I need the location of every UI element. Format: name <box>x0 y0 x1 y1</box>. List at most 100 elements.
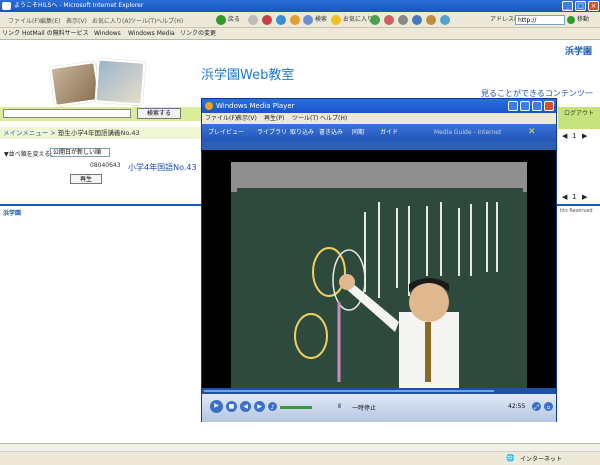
player-menubar: ファイル(F) 表示(V) 再生(P) ツール(T) ヘルプ(H) <box>202 113 556 124</box>
playback-time: 42:55 <box>508 403 526 410</box>
edit-icon <box>412 14 422 25</box>
link-hotmail[interactable]: HotMail の無料サービス <box>22 28 89 39</box>
next-icon[interactable]: ▶ <box>254 401 265 412</box>
address-input[interactable]: http:// <box>515 15 565 25</box>
player-menu-view[interactable]: 表示(V) <box>236 113 257 124</box>
player-close-icon[interactable] <box>544 101 554 111</box>
lesson-pane: ▼並べ順を変える: 公開日が新しい順 08040643 小学4年国語No.43 … <box>0 142 210 202</box>
link-customize[interactable]: リンクの変更 <box>180 28 216 39</box>
history-icon <box>370 14 380 25</box>
edit-button[interactable] <box>412 14 424 26</box>
browser-title: ようこそHILSへ - Microsoft Internet Explorer <box>14 2 144 9</box>
maximize-icon[interactable]: □ <box>575 1 586 11</box>
page-number-bottom[interactable]: 1 <box>572 193 576 201</box>
media-player-window[interactable]: Windows Media Player ファイル(F) 表示(V) 再生(P)… <box>201 98 557 422</box>
search-button[interactable]: 検索 <box>303 14 327 26</box>
discuss-button[interactable] <box>426 14 438 26</box>
mute-icon[interactable]: ♪ <box>268 402 277 411</box>
player-title: Windows Media Player <box>216 102 295 110</box>
mail-button[interactable] <box>384 14 396 26</box>
stop-button[interactable] <box>262 14 274 26</box>
search-bar: 検索する <box>0 107 210 121</box>
player-maximize-icon[interactable] <box>532 101 542 111</box>
links-label: リンク <box>2 30 21 37</box>
tab-now-playing[interactable]: プレイビュー <box>208 124 244 141</box>
stop-icon <box>262 14 272 25</box>
video-area[interactable] <box>202 150 556 388</box>
search-submit-button[interactable]: 検索する <box>137 108 181 119</box>
page-number[interactable]: 1 <box>572 132 576 140</box>
page-title: 浜学園Web教室 <box>201 68 295 83</box>
home-button[interactable] <box>290 14 302 26</box>
back-button[interactable]: 戻る <box>216 14 240 26</box>
sort-order-label: ▼並べ順を変える: <box>4 151 53 158</box>
fullscreen-icon[interactable]: ⤢ <box>532 402 541 411</box>
volume-slider[interactable] <box>280 406 312 409</box>
breadcrumb-main-menu[interactable]: メインメニュー > <box>3 129 58 137</box>
refresh-icon <box>276 14 286 25</box>
tab-rip[interactable]: 取り込み <box>290 124 314 141</box>
playback-status: 一時停止 <box>352 405 377 412</box>
lesson-link[interactable]: 小学4年国語No.43 <box>128 162 197 173</box>
student-photo-1 <box>49 60 101 108</box>
menu-file[interactable]: ファイル(F) <box>8 16 40 25</box>
history-button[interactable] <box>370 14 382 26</box>
home-icon <box>290 14 300 25</box>
security-zone: インターネット <box>520 456 563 463</box>
refresh-button[interactable] <box>276 14 288 26</box>
player-subbar <box>202 141 556 150</box>
media-guide-hint: Media Guide - Internet <box>434 129 502 136</box>
player-menu-help[interactable]: ヘルプ(H) <box>320 113 347 124</box>
compact-mode-icon[interactable]: ▫ <box>544 402 553 411</box>
breadcrumb-current: 塾生小学4年国語講義No.43 <box>57 129 140 137</box>
play-button[interactable]: 再生 <box>70 174 102 184</box>
tab-library[interactable]: ライブラリ <box>257 124 287 141</box>
minimize-icon[interactable]: _ <box>562 1 573 11</box>
ie-icon <box>2 2 11 10</box>
prev-page-icon-bottom[interactable]: ◀ <box>562 193 567 201</box>
horizontal-scrollbar[interactable] <box>0 444 600 452</box>
browser-title-bar: ようこそHILSへ - Microsoft Internet Explorer … <box>0 0 600 12</box>
player-icon <box>205 102 213 110</box>
menu-tools[interactable]: ツール(T) <box>130 16 156 25</box>
tab-burn[interactable]: 書き込み <box>319 124 343 141</box>
menu-view[interactable]: 表示(V) <box>66 16 87 25</box>
discuss-icon <box>426 14 436 25</box>
lesson-code: 08040643 <box>90 162 121 169</box>
forward-button[interactable] <box>248 14 260 26</box>
media-logo-icon: ✕ <box>528 127 536 137</box>
favorites-button[interactable]: お気に入り <box>331 14 373 26</box>
player-menu-tools[interactable]: ツール(T) <box>292 113 318 124</box>
search-input[interactable] <box>3 109 131 118</box>
menu-help[interactable]: ヘルプ(H) <box>156 16 183 25</box>
browser-menubar: ファイル(F) 編集(E) 表示(V) お気に入り(A) ツール(T) ヘルプ(… <box>0 12 600 28</box>
tab-sync[interactable]: 同期 <box>352 124 364 141</box>
site-logo[interactable]: 浜学園 <box>565 44 592 57</box>
menu-favorites[interactable]: お気に入り(A) <box>92 16 131 25</box>
copyright-text: hts Reserved <box>560 208 593 214</box>
player-menu-play[interactable]: 再生(P) <box>264 113 284 124</box>
close-icon[interactable]: × <box>588 1 599 11</box>
prev-page-icon[interactable]: ◀ <box>562 132 567 140</box>
footer-logo: 浜学園 <box>3 210 22 217</box>
go-button[interactable]: 移動 <box>567 14 589 26</box>
previous-icon[interactable]: ◀ <box>240 401 251 412</box>
forward-icon <box>248 14 258 25</box>
link-windows-media[interactable]: Windows Media <box>128 28 175 39</box>
player-menu-file[interactable]: ファイル(F) <box>205 113 237 124</box>
player-menu-icon[interactable] <box>508 101 518 111</box>
stop-icon-player[interactable]: ■ <box>226 401 237 412</box>
print-button[interactable] <box>398 14 410 26</box>
video-frame <box>231 162 527 388</box>
play-icon[interactable]: ▶ <box>210 400 223 413</box>
next-page-icon-bottom[interactable]: ▶ <box>582 193 587 201</box>
link-windows[interactable]: Windows <box>94 28 121 39</box>
tab-guide[interactable]: ガイド <box>380 124 398 141</box>
pause-indicator-icon: Ⅱ <box>338 403 341 410</box>
sort-order-select[interactable]: 公開日が新しい順 <box>50 148 110 157</box>
logout-button[interactable]: ログアウト <box>558 107 600 129</box>
next-page-icon[interactable]: ▶ <box>582 132 587 140</box>
player-minimize-icon[interactable] <box>520 101 530 111</box>
messenger-button[interactable] <box>440 14 452 26</box>
menu-edit[interactable]: 編集(E) <box>40 16 60 25</box>
